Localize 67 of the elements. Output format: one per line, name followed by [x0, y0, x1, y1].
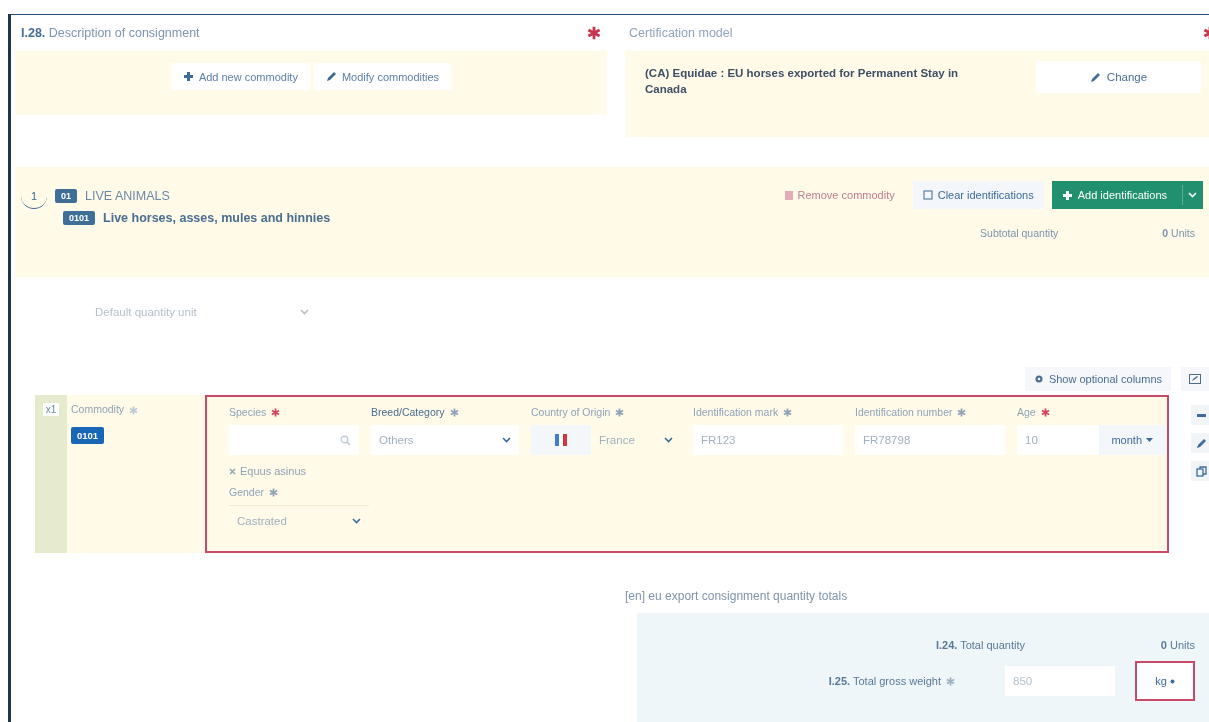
- item-number: 1: [21, 183, 47, 209]
- field-label: Age: [1017, 405, 1165, 419]
- chevron-down-icon: [664, 437, 673, 443]
- change-button[interactable]: Change: [1036, 61, 1201, 93]
- age-field[interactable]: 10: [1017, 425, 1100, 455]
- text-field[interactable]: FR123: [693, 425, 843, 455]
- pencil-icon: [1195, 437, 1207, 449]
- breed-select[interactable]: Others: [371, 425, 519, 455]
- minus-icon: [1196, 413, 1206, 417]
- add-commodity-button[interactable]: Add new commodity: [170, 63, 310, 90]
- pencil-icon: [325, 71, 337, 82]
- edit-icon: [1189, 374, 1201, 384]
- show-optional-columns-button[interactable]: Show optional columns: [1024, 367, 1171, 391]
- field-label: Identification mark: [693, 405, 843, 419]
- unit-dropdown[interactable]: month: [1099, 425, 1165, 455]
- column-label: Commodity: [71, 403, 139, 415]
- search-icon: [340, 434, 351, 446]
- chapter-name: LIVE ANIMALS: [85, 189, 170, 203]
- heading-code: 0101: [63, 211, 96, 225]
- total-quantity-label: I.24. Total quantity: [935, 639, 1025, 651]
- gross-weight-field[interactable]: 850: [1005, 666, 1115, 696]
- chevron-down-icon: [1188, 192, 1197, 198]
- field-label: Species: [229, 405, 359, 419]
- pencil-icon: [1089, 71, 1101, 83]
- plus-icon: [1061, 189, 1073, 201]
- field-label: Identification number: [855, 405, 1005, 419]
- collapse-button[interactable]: [1191, 405, 1209, 425]
- close-icon: [229, 467, 236, 475]
- species-tag[interactable]: Equus asinus: [229, 465, 359, 477]
- commodity-code: 0101: [71, 427, 105, 444]
- chevron-down-icon: [352, 517, 361, 524]
- total-quantity-value: 0 Units: [1159, 639, 1195, 651]
- chevron-down-icon: [502, 437, 511, 443]
- section-title: I.28. Description of consignment: [21, 26, 200, 40]
- field-label: Breed/Category: [371, 405, 519, 419]
- heading-name: Live horses, asses, mules and hinnies: [103, 211, 331, 225]
- required-icon: [587, 26, 601, 40]
- clear-identifications-button[interactable]: Clear identifications: [912, 181, 1044, 209]
- checkbox-icon: [922, 190, 933, 200]
- chevron-down-icon: [300, 309, 309, 315]
- section-title: Certification model: [629, 26, 733, 40]
- field-label: Gender: [229, 485, 369, 499]
- field-label: Country of Origin: [531, 405, 681, 419]
- required-icon: [946, 676, 955, 686]
- default-quantity-unit-select[interactable]: Default quantity unit: [87, 297, 317, 327]
- subtotal-label: Subtotal quantity: [980, 227, 1059, 239]
- edit-columns-button[interactable]: [1181, 367, 1209, 391]
- subtotal-value: 0 Units: [1162, 227, 1195, 239]
- gender-select[interactable]: Castrated: [229, 505, 369, 535]
- copy-icon: [1195, 465, 1207, 477]
- totals-title: [en] eu export consignment quantity totals: [625, 589, 849, 603]
- weight-unit-dropdown[interactable]: kg: [1135, 661, 1195, 701]
- flag-icon: [555, 434, 567, 446]
- edit-button[interactable]: [1191, 433, 1209, 453]
- chapter-code: 01: [55, 189, 77, 203]
- copy-button[interactable]: [1191, 461, 1209, 481]
- total-gross-weight-label: I.25. Total gross weight: [828, 675, 941, 687]
- gear-icon: [1033, 374, 1044, 384]
- text-field[interactable]: FR78798: [855, 425, 1005, 455]
- certification-model-name: (CA) Equidae : EU horses exported for Permanent Stay in Canada: [645, 66, 960, 97]
- row-count: x1: [42, 403, 60, 416]
- modify-commodities-button[interactable]: Modify commodities: [313, 63, 452, 90]
- required-icon: [129, 405, 139, 415]
- add-identifications-button[interactable]: Add identifications: [1051, 181, 1203, 209]
- plus-icon: [182, 71, 194, 82]
- country-select[interactable]: France: [591, 425, 681, 455]
- species-search-field[interactable]: [229, 425, 359, 455]
